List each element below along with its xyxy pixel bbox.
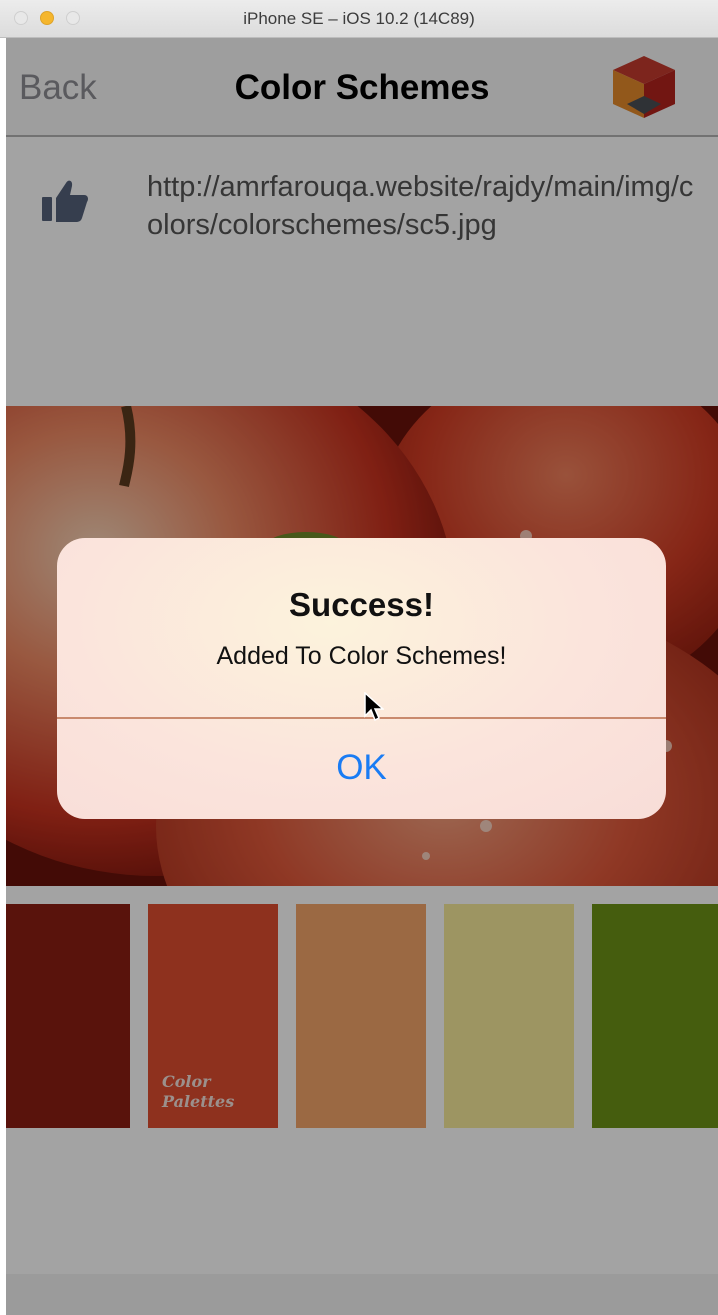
- simulator-title: iPhone SE – iOS 10.2 (14C89): [243, 9, 475, 28]
- alert-message: Added To Color Schemes!: [216, 642, 507, 670]
- simulator-window: iPhone SE – iOS 10.2 (14C89) Back Color …: [0, 0, 718, 1315]
- success-alert: Success! Added To Color Schemes! OK: [57, 538, 666, 819]
- ok-button[interactable]: OK: [57, 719, 666, 819]
- simulator-titlebar: iPhone SE – iOS 10.2 (14C89): [0, 0, 718, 38]
- alert-title: Success!: [289, 586, 434, 623]
- app-screen: Back Color Schemes http://amrfarouqa.web…: [6, 38, 718, 1315]
- mouse-pointer-icon: [364, 692, 384, 722]
